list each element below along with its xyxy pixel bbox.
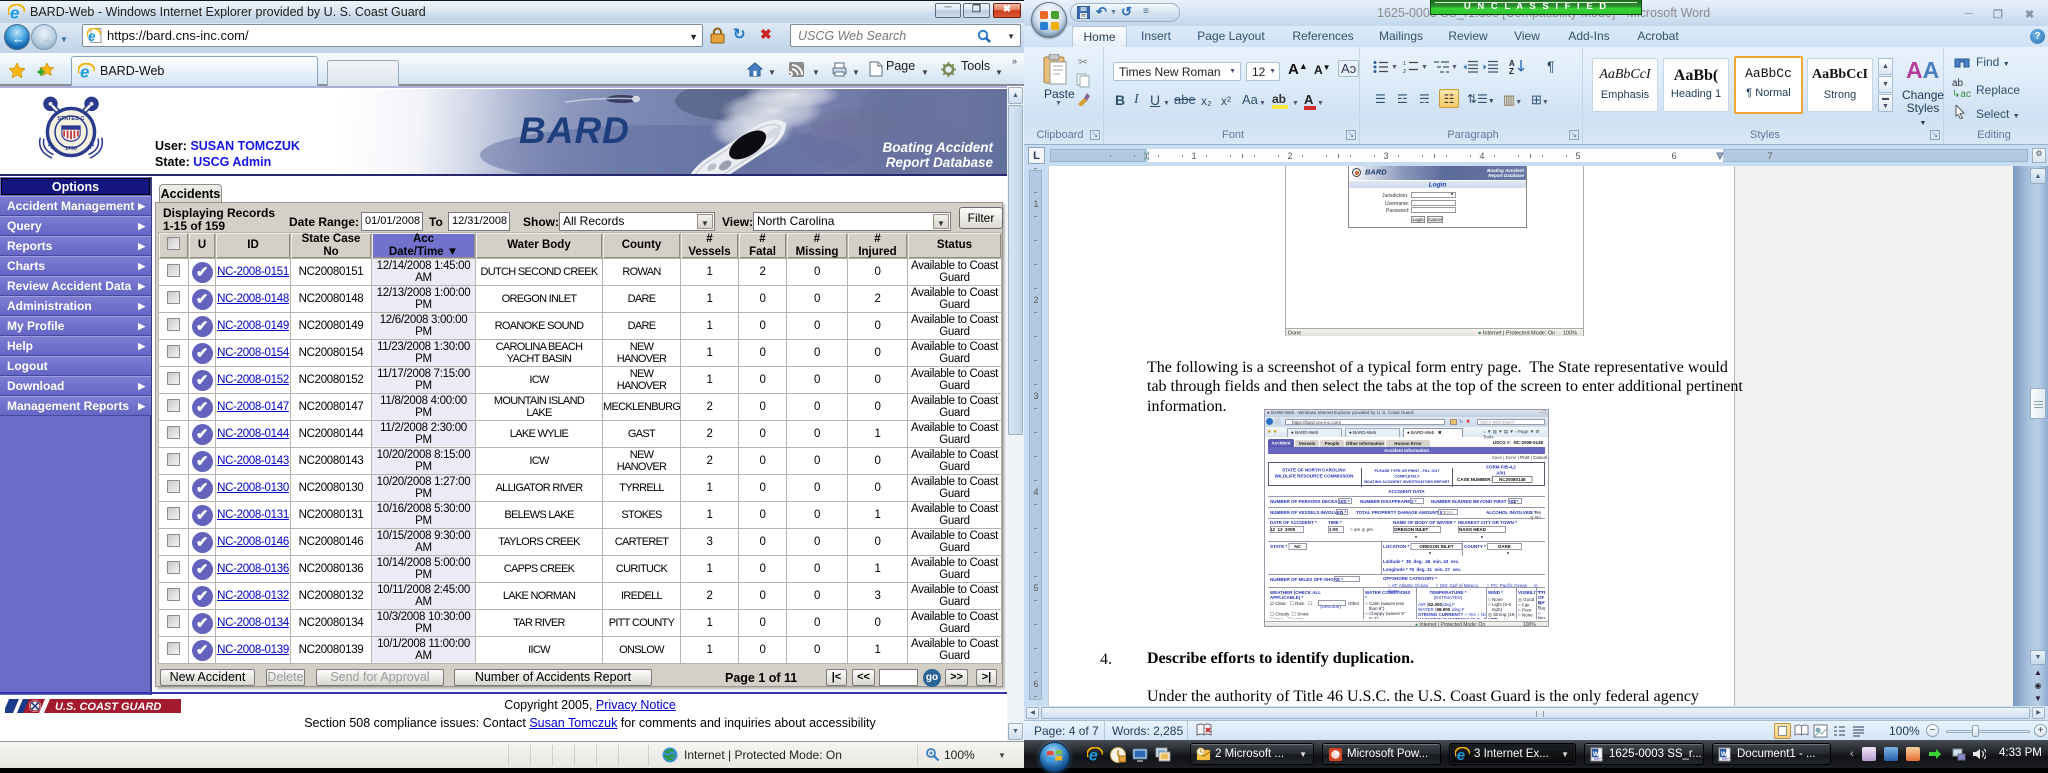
svg-text:1790: 1790 <box>65 146 77 152</box>
svg-text:e: e <box>1089 748 1098 763</box>
svg-text:2: 2 <box>1403 69 1406 74</box>
svg-text:W: W <box>1593 751 1600 758</box>
svg-text:1: 1 <box>1033 199 1038 209</box>
svg-text:4: 4 <box>1479 151 1484 161</box>
svg-text:e: e <box>88 29 96 44</box>
svg-text:Z: Z <box>1509 67 1514 75</box>
svg-text:4: 4 <box>1033 487 1038 497</box>
svg-text:2: 2 <box>1033 295 1038 305</box>
svg-text:6: 6 <box>1033 679 1038 689</box>
svg-text:3: 3 <box>1033 391 1038 401</box>
svg-text:5: 5 <box>1033 583 1038 593</box>
svg-text:W: W <box>1721 751 1728 758</box>
svg-text:1: 1 <box>1403 61 1406 67</box>
svg-text:7: 7 <box>1767 151 1772 161</box>
svg-text:5: 5 <box>1575 151 1580 161</box>
svg-text:STATES C: STATES C <box>57 116 84 122</box>
svg-text:1: 1 <box>1191 151 1196 161</box>
svg-text:2: 2 <box>1287 151 1292 161</box>
svg-text:3: 3 <box>1383 151 1388 161</box>
svg-text:U.S. COAST GUARD: U.S. COAST GUARD <box>55 701 161 713</box>
svg-text:6: 6 <box>1671 151 1676 161</box>
